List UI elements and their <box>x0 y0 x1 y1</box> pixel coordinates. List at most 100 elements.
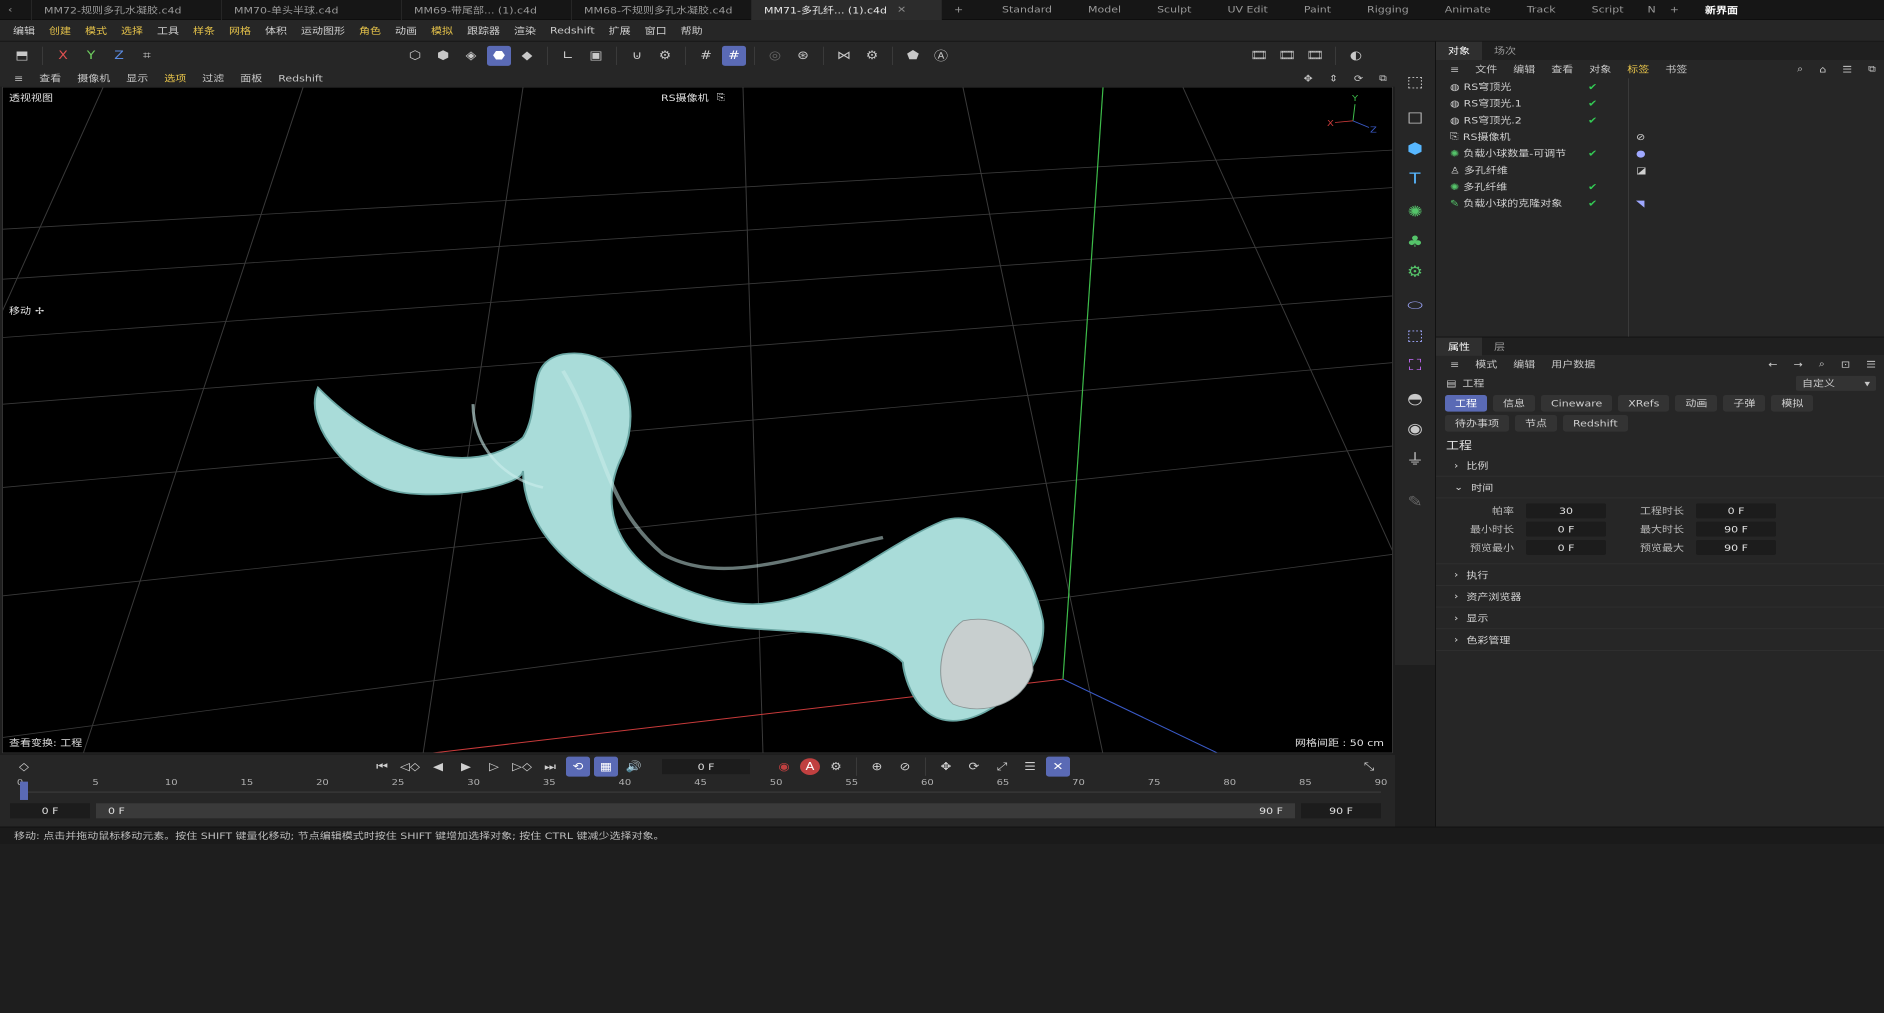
fps-field[interactable]: 30 <box>1526 503 1606 519</box>
file-tab-3[interactable]: MM69-带尾部... (1).c4d <box>402 0 572 20</box>
hamburger-icon[interactable]: ≡ <box>1442 64 1467 75</box>
tab-objects[interactable]: 对象 <box>1436 41 1482 60</box>
expand-icon[interactable]: ⧉ <box>1860 63 1884 75</box>
sound-icon[interactable]: 🔊 <box>622 757 646 777</box>
axis-y-toggle[interactable]: Y <box>79 46 103 66</box>
section-display[interactable]: › 显示 <box>1436 607 1884 630</box>
subtab-xrefs[interactable]: XRefs <box>1618 394 1670 412</box>
cloner-icon[interactable]: ✺ <box>1399 198 1431 225</box>
loop-icon[interactable]: ⟲ <box>566 756 590 777</box>
mograph-icon[interactable]: ♣ <box>1399 228 1431 255</box>
key-lock-icon[interactable]: ⊕ <box>865 757 889 777</box>
next-key-icon[interactable]: ▷◇ <box>510 757 534 777</box>
section-asset-browser[interactable]: › 资产浏览器 <box>1436 586 1884 608</box>
layout-new-interface[interactable]: 新界面 <box>1687 0 1756 20</box>
om-menu-view[interactable]: 查看 <box>1543 62 1581 75</box>
subtab-animation[interactable]: 动画 <box>1675 394 1718 412</box>
file-tab-1[interactable]: MM72-规则多孔水凝胶.c4d <box>32 0 222 20</box>
subtab-redshift[interactable]: Redshift <box>1563 414 1628 432</box>
workplane-icon[interactable]: # <box>722 45 746 66</box>
snap-icon[interactable]: ⊍ <box>625 46 649 66</box>
search-icon[interactable]: ⌕ <box>1789 63 1811 75</box>
om-menu-bookmarks[interactable]: 书签 <box>1657 62 1695 75</box>
prev-frame-icon[interactable]: ◀ <box>426 757 450 777</box>
menu-create[interactable]: 创建 <box>42 24 78 37</box>
menu-mode[interactable]: 模式 <box>78 24 114 37</box>
enabled-check-icon[interactable]: ✔ <box>1588 98 1597 109</box>
layout-uvedit[interactable]: UV Edit <box>1209 0 1285 20</box>
vp-menu-panel[interactable]: 面板 <box>232 72 270 85</box>
hamburger-icon[interactable]: ≡ <box>6 73 31 84</box>
menu-window[interactable]: 窗口 <box>638 24 674 37</box>
points-mode-icon[interactable]: ⬡ <box>403 46 427 66</box>
viewport-camera[interactable]: RS摄像机 ⎘ <box>661 91 725 104</box>
menu-volume[interactable]: 体积 <box>258 24 294 37</box>
frame-ruler[interactable]: 051015202530354045505560657075808590 <box>17 778 1387 801</box>
vp-menu-display[interactable]: 显示 <box>118 72 156 85</box>
edges-mode-icon[interactable]: ⬢ <box>431 46 455 66</box>
tag-icon[interactable]: ⊘ <box>1636 131 1645 142</box>
range-end-field[interactable]: 90 F <box>1301 803 1381 819</box>
key-position-icon[interactable]: ✥ <box>934 757 958 777</box>
layout-track[interactable]: Track <box>1509 0 1574 20</box>
key-scale-icon[interactable]: ⤢ <box>990 757 1014 777</box>
pan-icon[interactable]: ✥ <box>1295 73 1320 84</box>
render-settings-icon[interactable]: 🎞 <box>1303 46 1327 66</box>
key-rotation-icon[interactable]: ⟳ <box>962 757 986 777</box>
object-row[interactable]: ✺ 负载小球数量-可调节 ✔ ● <box>1436 145 1884 162</box>
soft-selection-icon[interactable]: ◎ <box>763 46 787 66</box>
section-color-management[interactable]: › 色彩管理 <box>1436 629 1884 651</box>
playhead[interactable] <box>20 781 28 800</box>
menu-simulate[interactable]: 模拟 <box>424 24 460 37</box>
lock-icon[interactable]: ⊡ <box>1833 359 1858 370</box>
field-icon[interactable]: ⬚ <box>1399 322 1431 349</box>
subtab-project[interactable]: 工程 <box>1445 394 1487 412</box>
menu-mograph[interactable]: 运动图形 <box>294 24 352 37</box>
spline-icon[interactable]: ⛶ <box>1399 352 1431 379</box>
uv-mode-icon[interactable]: ◆ <box>515 46 539 66</box>
object-row[interactable]: ◍ RS穹顶光.1 ✔ <box>1436 95 1884 112</box>
subtab-todo[interactable]: 待办事项 <box>1445 414 1509 432</box>
menu-spline[interactable]: 样条 <box>186 24 222 37</box>
section-scale[interactable]: › 比例 <box>1436 455 1884 477</box>
subtab-info[interactable]: 信息 <box>1493 394 1535 412</box>
vp-menu-filter[interactable]: 过滤 <box>194 72 232 85</box>
section-time[interactable]: ⌄ 时间 <box>1436 477 1884 499</box>
snap-settings-icon[interactable]: ⚙ <box>653 46 677 66</box>
key-param-icon[interactable]: ☰ <box>1018 757 1042 777</box>
max-time-field[interactable]: 90 F <box>1696 521 1776 537</box>
vp-menu-options[interactable]: 选项 <box>156 72 194 85</box>
object-row[interactable]: ⎘ RS摄像机 ⊘ <box>1436 128 1884 145</box>
enabled-check-icon[interactable]: ✔ <box>1588 148 1597 159</box>
section-execution[interactable]: › 执行 <box>1436 564 1884 586</box>
cube-icon[interactable]: ⬢ <box>1399 135 1431 162</box>
enabled-check-icon[interactable]: ✔ <box>1588 181 1597 192</box>
preview-max-field[interactable]: 90 F <box>1696 539 1776 555</box>
subtab-nodes[interactable]: 节点 <box>1515 414 1557 432</box>
ipr-icon[interactable]: ◐ <box>1344 46 1368 66</box>
om-menu-tags[interactable]: 标签 <box>1619 62 1657 75</box>
texture-tag-icon[interactable]: ◪ <box>1636 165 1646 176</box>
close-icon[interactable]: ✕ <box>897 4 906 15</box>
preset-dropdown[interactable]: 自定义 ▾ <box>1796 375 1876 391</box>
playback-mode-icon[interactable]: ▦ <box>594 756 618 777</box>
hamburger-icon[interactable]: ≡ <box>1442 359 1467 370</box>
tab-takes[interactable]: 场次 <box>1482 42 1528 60</box>
modeling-settings-icon[interactable]: ⊛ <box>791 46 815 66</box>
layout-paint[interactable]: Paint <box>1286 0 1349 20</box>
orbit-icon[interactable]: ⟳ <box>1346 73 1371 84</box>
add-tab-icon[interactable]: + <box>942 0 972 20</box>
object-row[interactable]: ◍ RS穹顶光 ✔ <box>1436 78 1884 95</box>
om-menu-object[interactable]: 对象 <box>1581 62 1619 75</box>
key-pla-icon[interactable]: ✕ <box>1046 756 1070 777</box>
menu-redshift[interactable]: Redshift <box>543 25 602 36</box>
file-tab-5-active[interactable]: MM71-多孔纤... (1).c4d ✕ <box>752 0 942 20</box>
filter-icon[interactable]: ☰ <box>1858 359 1884 370</box>
layout-model[interactable]: Model <box>1070 0 1139 20</box>
add-layout-icon[interactable]: + <box>1662 0 1687 20</box>
key-settings-icon[interactable]: ⚙ <box>824 757 848 777</box>
layout-animate[interactable]: Animate <box>1427 0 1509 20</box>
move-tool-icon[interactable]: ⬚ <box>1399 68 1431 95</box>
range-slider[interactable]: 0 F 90 F <box>96 803 1295 819</box>
enabled-check-icon[interactable]: ✔ <box>1588 115 1597 126</box>
